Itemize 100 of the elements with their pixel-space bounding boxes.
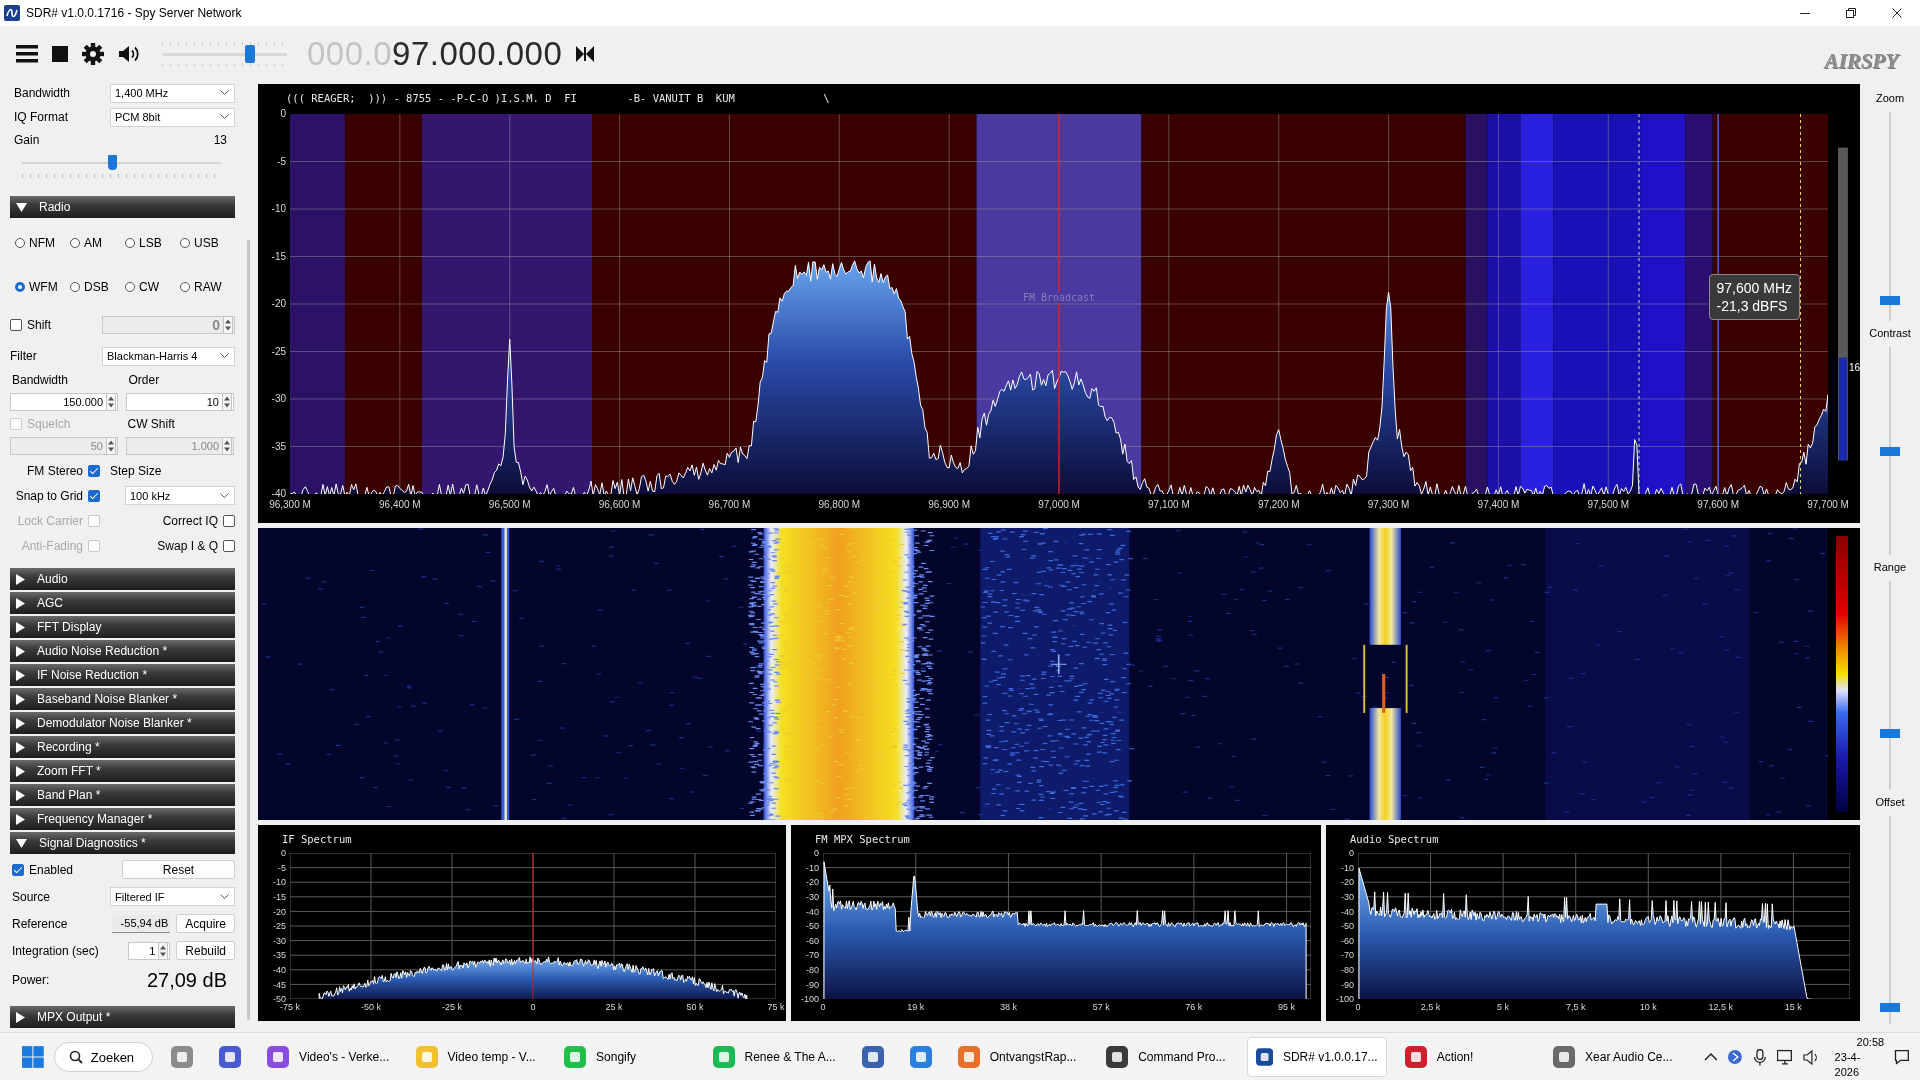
triangle-right-icon <box>16 765 25 777</box>
triangle-right-icon <box>16 573 25 585</box>
section-header[interactable]: Recording * <box>10 736 235 758</box>
axis-label: 97,400 M <box>1477 499 1520 510</box>
axis-label: -70 <box>806 950 819 961</box>
slider-thumb[interactable] <box>107 155 117 170</box>
section-header[interactable]: Band Plan * <box>10 784 235 806</box>
monitor-icon[interactable] <box>1777 1049 1793 1065</box>
radio-button[interactable]: CW <box>125 280 180 294</box>
radio-button[interactable]: NFM <box>15 236 70 250</box>
axis-label: -30 <box>1341 891 1354 902</box>
number-field[interactable]: 10 <box>126 393 234 411</box>
slider-thumb[interactable] <box>1880 446 1900 456</box>
menu-icon[interactable] <box>16 45 38 63</box>
circle-icon[interactable] <box>1727 1049 1744 1065</box>
close-icon[interactable] <box>1892 8 1902 18</box>
taskbar-button[interactable]: Video's - Verke... <box>259 1037 398 1077</box>
speaker-icon[interactable] <box>1802 1048 1819 1066</box>
axis-label: -5 <box>277 156 286 167</box>
notification-icon[interactable] <box>1894 1049 1910 1065</box>
taskbar-button[interactable]: Video temp - V... <box>407 1037 547 1077</box>
microphone-icon[interactable] <box>1753 1048 1767 1066</box>
taskbar-button[interactable]: Songify <box>556 1037 695 1077</box>
spinner-icon[interactable] <box>106 393 116 411</box>
triangle-right-icon <box>16 645 25 657</box>
checkbox[interactable]: FM Stereo <box>10 463 100 478</box>
radio-button[interactable]: DSB <box>70 280 125 294</box>
radio-button[interactable]: WFM <box>15 280 70 294</box>
axis-label: 96,500 M <box>488 499 531 510</box>
checkbox[interactable]: Correct IQ <box>108 513 235 528</box>
dropdown[interactable]: 1,400 MHz <box>110 83 235 103</box>
scrollbar[interactable] <box>247 240 250 1020</box>
button[interactable]: Rebuild <box>176 941 235 960</box>
axis-label: -20 <box>273 906 286 917</box>
axis-label: 96,600 M <box>598 499 641 510</box>
section-header[interactable]: Frequency Manager * <box>10 808 235 830</box>
dropdown[interactable]: Filtered IF <box>110 887 235 906</box>
axis-label: -10 <box>806 862 819 873</box>
checkbox[interactable]: Enabled <box>12 862 74 877</box>
dropdown[interactable]: Blackman-Harris 4 <box>102 346 235 366</box>
axis-label: -30 <box>271 393 286 405</box>
spinner-icon[interactable] <box>158 941 169 960</box>
start-icon[interactable] <box>22 1046 44 1068</box>
axis-label: 12,5 k <box>1708 1002 1734 1012</box>
app-icon <box>4 5 20 21</box>
section-header[interactable]: FFT Display <box>10 616 235 638</box>
axis-label: -35 <box>273 950 286 961</box>
search-field[interactable]: Zoeken <box>53 1042 154 1072</box>
radio-button[interactable]: LSB <box>125 236 180 250</box>
power-reading: 27,09 dB <box>146 968 227 992</box>
section-header[interactable]: Audio <box>10 568 235 590</box>
button[interactable]: Reset <box>122 860 235 879</box>
section-header[interactable]: IF Noise Reduction * <box>10 664 235 686</box>
checkbox[interactable]: Snap to Grid <box>10 488 100 503</box>
dropdown[interactable]: 100 kHz <box>125 486 235 505</box>
spinner-icon[interactable] <box>222 393 232 411</box>
section-header[interactable]: Baseband Noise Blanker * <box>10 688 235 710</box>
section-header[interactable]: Radio <box>10 196 235 218</box>
section-header[interactable]: Zoom FFT * <box>10 760 235 782</box>
label: Range <box>1873 561 1907 573</box>
axis-label: 0 <box>1355 1002 1361 1012</box>
section-header[interactable]: AGC <box>10 592 235 614</box>
taskbar-button[interactable]: Action! <box>1396 1037 1536 1077</box>
label: Power: <box>12 973 51 987</box>
number-field[interactable]: 150.000 <box>10 393 118 411</box>
slider-thumb[interactable] <box>244 45 255 63</box>
radio-button[interactable]: RAW <box>180 280 235 294</box>
taskbar-button[interactable]: SDR# v1.0.0.17... <box>1246 1037 1387 1077</box>
radio-button[interactable]: AM <box>70 236 125 250</box>
slider-thumb[interactable] <box>1880 295 1900 305</box>
settings-icon[interactable] <box>82 43 104 65</box>
section-header[interactable]: MPX Output * <box>10 1006 235 1028</box>
spectrum-drawing[interactable] <box>290 114 1828 494</box>
section-header[interactable]: Audio Noise Reduction * <box>10 640 235 662</box>
radio-button[interactable]: USB <box>180 236 235 250</box>
slider-thumb[interactable] <box>1880 729 1900 739</box>
tune-icon[interactable] <box>576 46 595 62</box>
clock-date[interactable]: 23-4-2026 <box>1834 1049 1885 1080</box>
number-field[interactable]: 1 <box>128 941 171 960</box>
axis-label: 75 k <box>767 1002 785 1012</box>
axis-label: -40 <box>806 906 819 917</box>
axis-label: 25 k <box>605 1002 623 1012</box>
button[interactable]: Acquire <box>176 914 235 933</box>
axis-label: -10 <box>271 203 286 215</box>
speaker-icon[interactable] <box>118 44 140 64</box>
restore-icon[interactable] <box>1846 8 1856 18</box>
section-header[interactable]: Signal Diagnostics * <box>10 832 235 854</box>
checkbox[interactable]: Swap I & Q <box>108 538 235 553</box>
triangle-right-icon <box>16 597 25 609</box>
taskbar-button[interactable]: Xear Audio Ce... <box>1545 1037 1684 1077</box>
clock-time[interactable]: 20:58 <box>1856 1034 1885 1050</box>
taskbar-button[interactable]: Renee & The A... <box>704 1037 844 1077</box>
taskbar-button[interactable]: Command Pro... <box>1098 1037 1237 1077</box>
slider-thumb[interactable] <box>1880 1003 1900 1013</box>
label: Gain <box>14 133 40 147</box>
axis-label: -50 k <box>361 1002 381 1012</box>
section-header[interactable]: Demodulator Noise Blanker * <box>10 712 235 734</box>
taskbar-button[interactable]: OntvangstRap... <box>949 1037 1089 1077</box>
dropdown[interactable]: PCM 8bit <box>110 107 235 127</box>
chevron-up-icon[interactable] <box>1703 1051 1718 1063</box>
